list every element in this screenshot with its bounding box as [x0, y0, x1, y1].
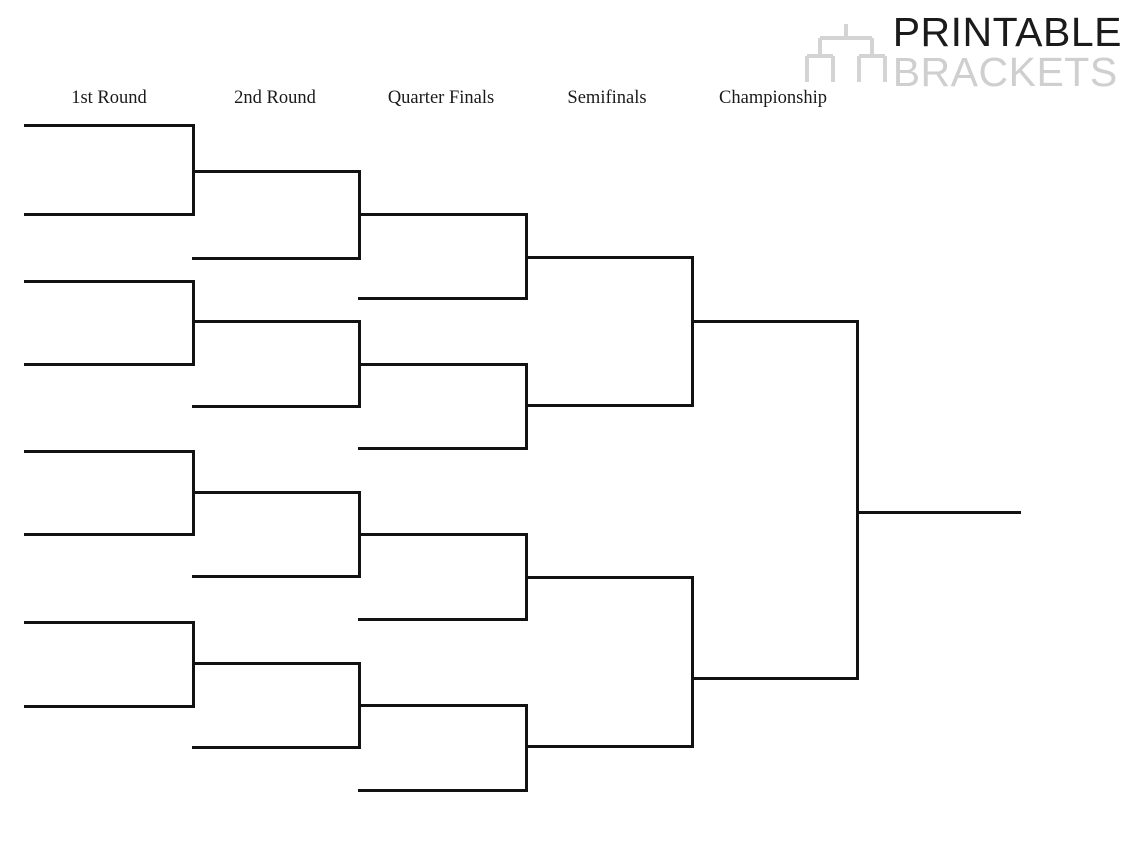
slot-line-round2-6[interactable] — [192, 575, 358, 578]
bracket-connector-5 — [358, 170, 361, 260]
bracket-connector-8 — [358, 662, 361, 749]
slot-line-championship-1[interactable] — [691, 320, 856, 323]
bracket-connector-2 — [192, 280, 195, 366]
bracket-connector-15 — [856, 320, 859, 680]
round-header-quarter-finals: Quarter Finals — [387, 88, 495, 108]
slot-line-semifinals-2[interactable] — [525, 404, 691, 407]
site-logo: PRINTABLE BRACKETS — [803, 12, 1122, 92]
round-header-semifinals: Semifinals — [567, 88, 647, 108]
bracket-page: PRINTABLE BRACKETS 1st Round 2nd Round Qua… — [0, 0, 1136, 847]
bracket-connector-10 — [525, 363, 528, 450]
logo-word-brackets: BRACKETS — [892, 48, 1118, 95]
slot-line-quarterfinals-2[interactable] — [358, 297, 525, 300]
slot-line-round1-7[interactable] — [24, 621, 192, 624]
bracket-connector-1 — [192, 124, 195, 216]
slot-line-quarterfinals-5[interactable] — [358, 533, 525, 536]
slot-line-semifinals-4[interactable] — [525, 745, 691, 748]
bracket-connector-6 — [358, 320, 361, 408]
slot-line-round2-7[interactable] — [192, 662, 358, 665]
round-header-1st-round: 1st Round — [71, 88, 147, 108]
slot-line-semifinals-1[interactable] — [525, 256, 691, 259]
slot-line-round2-5[interactable] — [192, 491, 358, 494]
slot-line-round1-8[interactable] — [24, 705, 192, 708]
bracket-connector-12 — [525, 704, 528, 792]
slot-line-quarterfinals-7[interactable] — [358, 704, 525, 707]
slot-line-round1-5[interactable] — [24, 450, 192, 453]
bracket-connector-11 — [525, 533, 528, 621]
slot-line-round1-1[interactable] — [24, 124, 192, 127]
bracket-connector-14 — [691, 576, 694, 748]
slot-line-quarterfinals-4[interactable] — [358, 447, 525, 450]
slot-line-semifinals-3[interactable] — [525, 576, 691, 579]
slot-line-championship-2[interactable] — [691, 677, 856, 680]
bracket-connector-9 — [525, 213, 528, 300]
bracket-connector-3 — [192, 450, 195, 536]
slot-line-winner-1[interactable] — [856, 511, 1021, 514]
slot-line-round1-4[interactable] — [24, 363, 192, 366]
slot-line-round2-4[interactable] — [192, 405, 358, 408]
logo-word-printable: PRINTABLE — [892, 9, 1122, 55]
slot-line-quarterfinals-1[interactable] — [358, 213, 525, 216]
slot-line-round2-3[interactable] — [192, 320, 358, 323]
slot-line-round1-6[interactable] — [24, 533, 192, 536]
slot-line-round1-3[interactable] — [24, 280, 192, 283]
bracket-tree-icon — [804, 24, 887, 82]
logo-wordmark: PRINTABLE BRACKETS — [892, 9, 1122, 95]
round-header-2nd-round: 2nd Round — [234, 88, 316, 108]
bracket-connector-4 — [192, 621, 195, 708]
slot-line-quarterfinals-6[interactable] — [358, 618, 525, 621]
slot-line-round2-1[interactable] — [192, 170, 358, 173]
slot-line-round2-8[interactable] — [192, 746, 358, 749]
bracket-connector-13 — [691, 256, 694, 407]
round-header-championship: Championship — [719, 88, 827, 108]
slot-line-quarterfinals-3[interactable] — [358, 363, 525, 366]
bracket-connector-7 — [358, 491, 361, 578]
slot-line-quarterfinals-8[interactable] — [358, 789, 525, 792]
slot-line-round2-2[interactable] — [192, 257, 358, 260]
slot-line-round1-2[interactable] — [24, 213, 192, 216]
